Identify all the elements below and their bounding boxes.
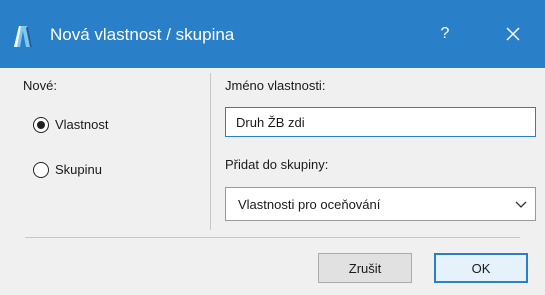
chevron-down-icon [515,201,527,208]
horizontal-divider [25,237,520,238]
title-bar: Nová vlastnost / skupina ? [0,0,545,68]
add-to-group-label: Přidat do skupiny: [225,157,329,172]
radio-property[interactable]: Vlastnost [33,117,108,133]
cancel-button[interactable]: Zrušit [318,253,412,283]
window-title: Nová vlastnost / skupina [50,25,235,44]
help-button[interactable]: ? [420,10,470,58]
new-property-dialog: Nová vlastnost / skupina ? Nové: Vlastno… [0,0,545,295]
radio-selected-dot [37,121,45,129]
radio-indicator [33,162,49,178]
app-logo-icon [14,26,32,47]
radio-group-label: Skupinu [55,162,102,177]
radio-property-label: Vlastnost [55,117,109,132]
close-icon [505,27,520,41]
radio-indicator-selected [33,117,49,133]
group-select-value: Vlastnosti pro oceňování [238,197,381,212]
new-type-heading: Nové: [23,78,57,93]
property-name-input[interactable] [225,107,536,137]
ok-button[interactable]: OK [434,253,528,283]
group-select[interactable]: Vlastnosti pro oceňování [225,187,536,221]
close-button[interactable] [485,10,540,58]
vertical-divider [210,73,211,230]
radio-group[interactable]: Skupinu [33,162,102,178]
property-name-label: Jméno vlastnosti: [225,78,326,93]
